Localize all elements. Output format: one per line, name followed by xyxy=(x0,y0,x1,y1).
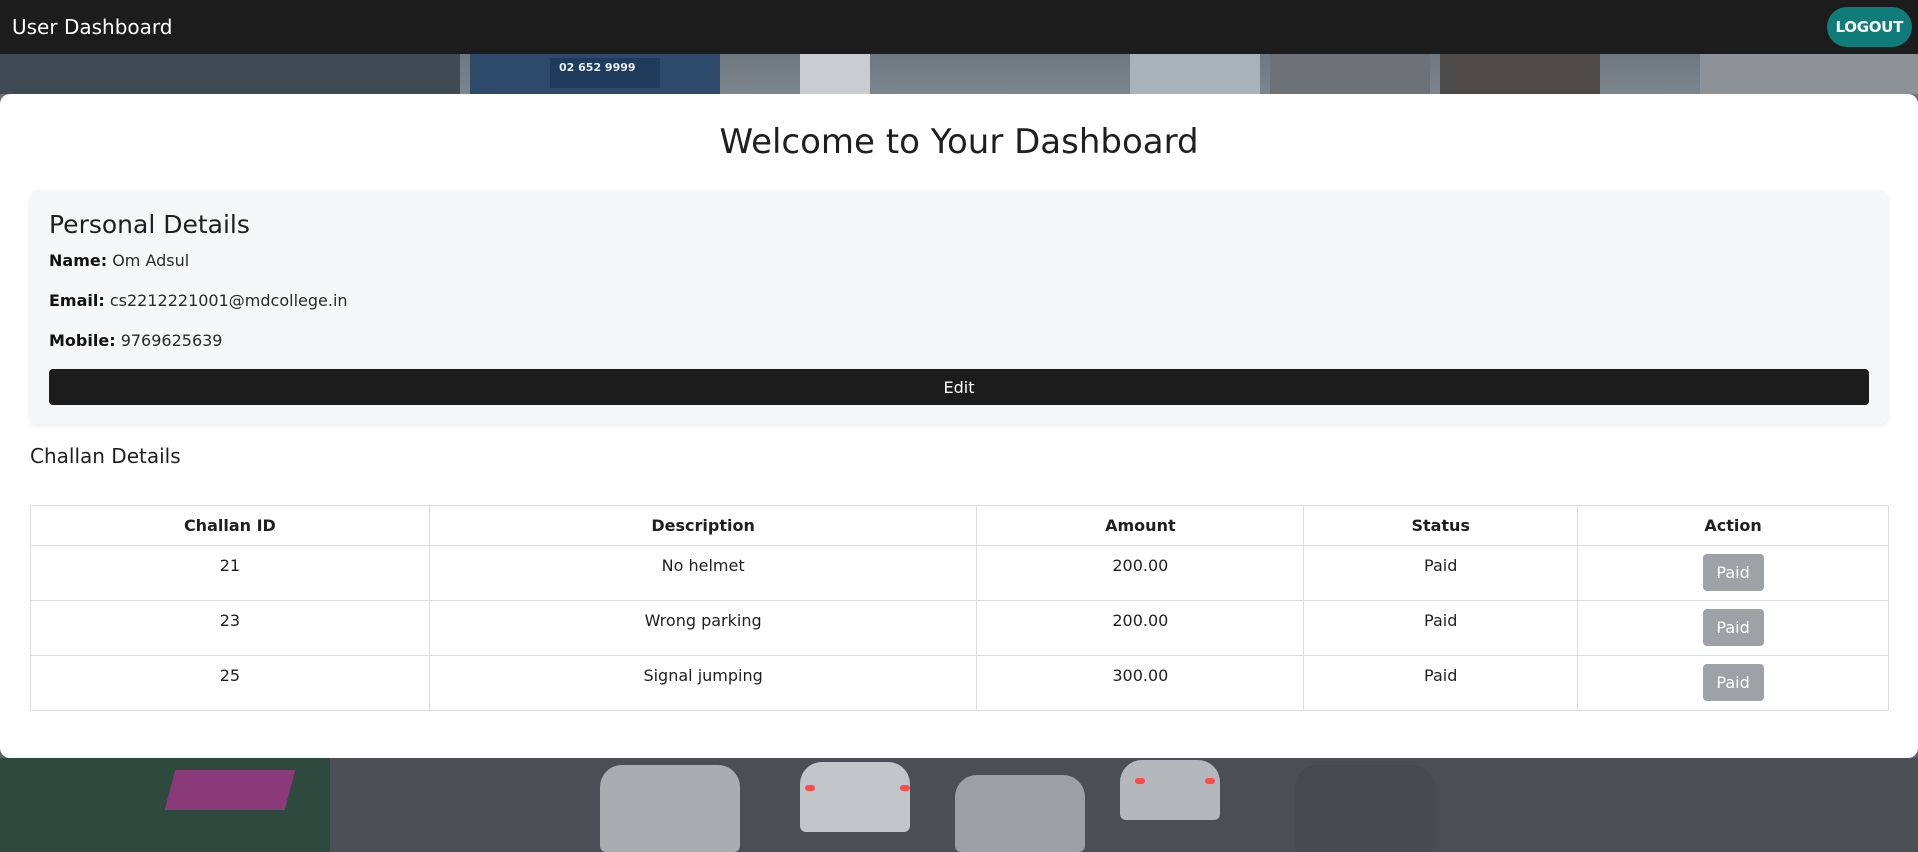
column-header-challan-id: Challan ID xyxy=(30,505,430,546)
mobile-label: Mobile: xyxy=(49,331,116,350)
challan-id-cell: 25 xyxy=(30,655,430,711)
amount-cell: 200.00 xyxy=(976,545,1305,601)
billboard-text: 02 652 9999 xyxy=(559,61,636,74)
paid-button[interactable]: Paid xyxy=(1702,554,1764,591)
description-cell: Wrong parking xyxy=(428,600,978,656)
challan-details-title: Challan Details xyxy=(30,444,181,468)
email-value: cs2212221001@mdcollege.in xyxy=(109,291,348,310)
status-cell: Paid xyxy=(1303,545,1579,601)
table-header-row: Challan ID Description Amount Status Act… xyxy=(30,505,1889,546)
action-cell: Paid xyxy=(1577,545,1889,601)
paid-button[interactable]: Paid xyxy=(1702,609,1764,646)
name-label: Name: xyxy=(49,251,108,270)
column-header-status: Status xyxy=(1303,505,1579,546)
brand-title: User Dashboard xyxy=(12,15,173,39)
personal-details-title: Personal Details xyxy=(49,210,250,239)
edit-button[interactable]: Edit xyxy=(49,369,1869,405)
top-navbar: User Dashboard LOGOUT xyxy=(0,0,1918,54)
challan-table: Challan ID Description Amount Status Act… xyxy=(30,505,1889,711)
column-header-amount: Amount xyxy=(976,505,1305,546)
description-cell: Signal jumping xyxy=(428,655,978,711)
description-cell: No helmet xyxy=(428,545,978,601)
table-row: 25 Signal jumping 300.00 Paid Paid xyxy=(30,655,1889,711)
action-cell: Paid xyxy=(1577,655,1889,711)
logout-button[interactable]: LOGOUT xyxy=(1826,7,1912,47)
column-header-action: Action xyxy=(1577,505,1889,546)
challan-id-cell: 23 xyxy=(30,600,430,656)
email-row: Email: cs2212221001@mdcollege.in xyxy=(49,291,348,311)
challan-id-cell: 21 xyxy=(30,545,430,601)
personal-details-panel: Personal Details Name: Om Adsul Email: c… xyxy=(30,190,1888,424)
mobile-row: Mobile: 9769625639 xyxy=(49,331,222,351)
table-row: 23 Wrong parking 200.00 Paid Paid xyxy=(30,600,1889,656)
mobile-value: 9769625639 xyxy=(120,331,223,350)
action-cell: Paid xyxy=(1577,600,1889,656)
amount-cell: 300.00 xyxy=(976,655,1305,711)
status-cell: Paid xyxy=(1303,655,1579,711)
paid-button[interactable]: Paid xyxy=(1702,664,1764,701)
email-label: Email: xyxy=(49,291,105,310)
table-row: 21 No helmet 200.00 Paid Paid xyxy=(30,545,1889,601)
amount-cell: 200.00 xyxy=(976,600,1305,656)
name-row: Name: Om Adsul xyxy=(49,251,189,271)
status-cell: Paid xyxy=(1303,600,1579,656)
name-value: Om Adsul xyxy=(112,251,190,270)
column-header-description: Description xyxy=(428,505,978,546)
page-title: Welcome to Your Dashboard xyxy=(719,122,1199,162)
